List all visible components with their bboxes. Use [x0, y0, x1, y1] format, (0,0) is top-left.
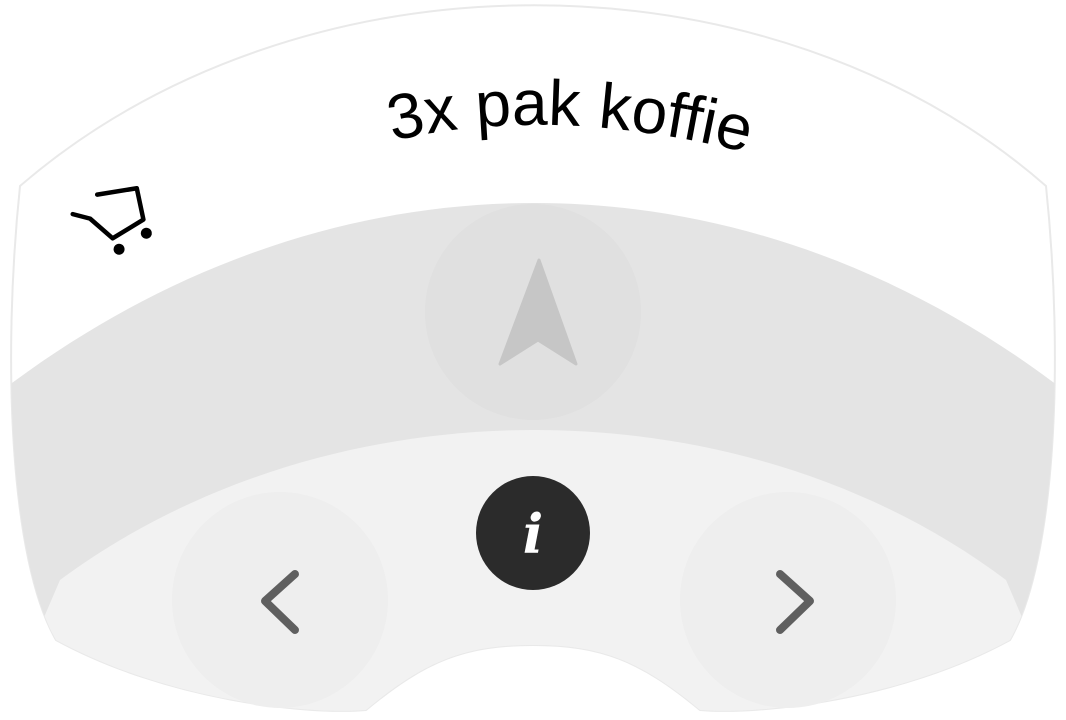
voice-assistant-screen: 3x pak koffie i	[0, 0, 1066, 720]
navigate-button[interactable]	[425, 204, 641, 420]
next-button[interactable]	[680, 492, 896, 708]
previous-button[interactable]	[172, 492, 388, 708]
info-icon: i	[523, 502, 544, 566]
info-button[interactable]: i	[476, 476, 590, 590]
